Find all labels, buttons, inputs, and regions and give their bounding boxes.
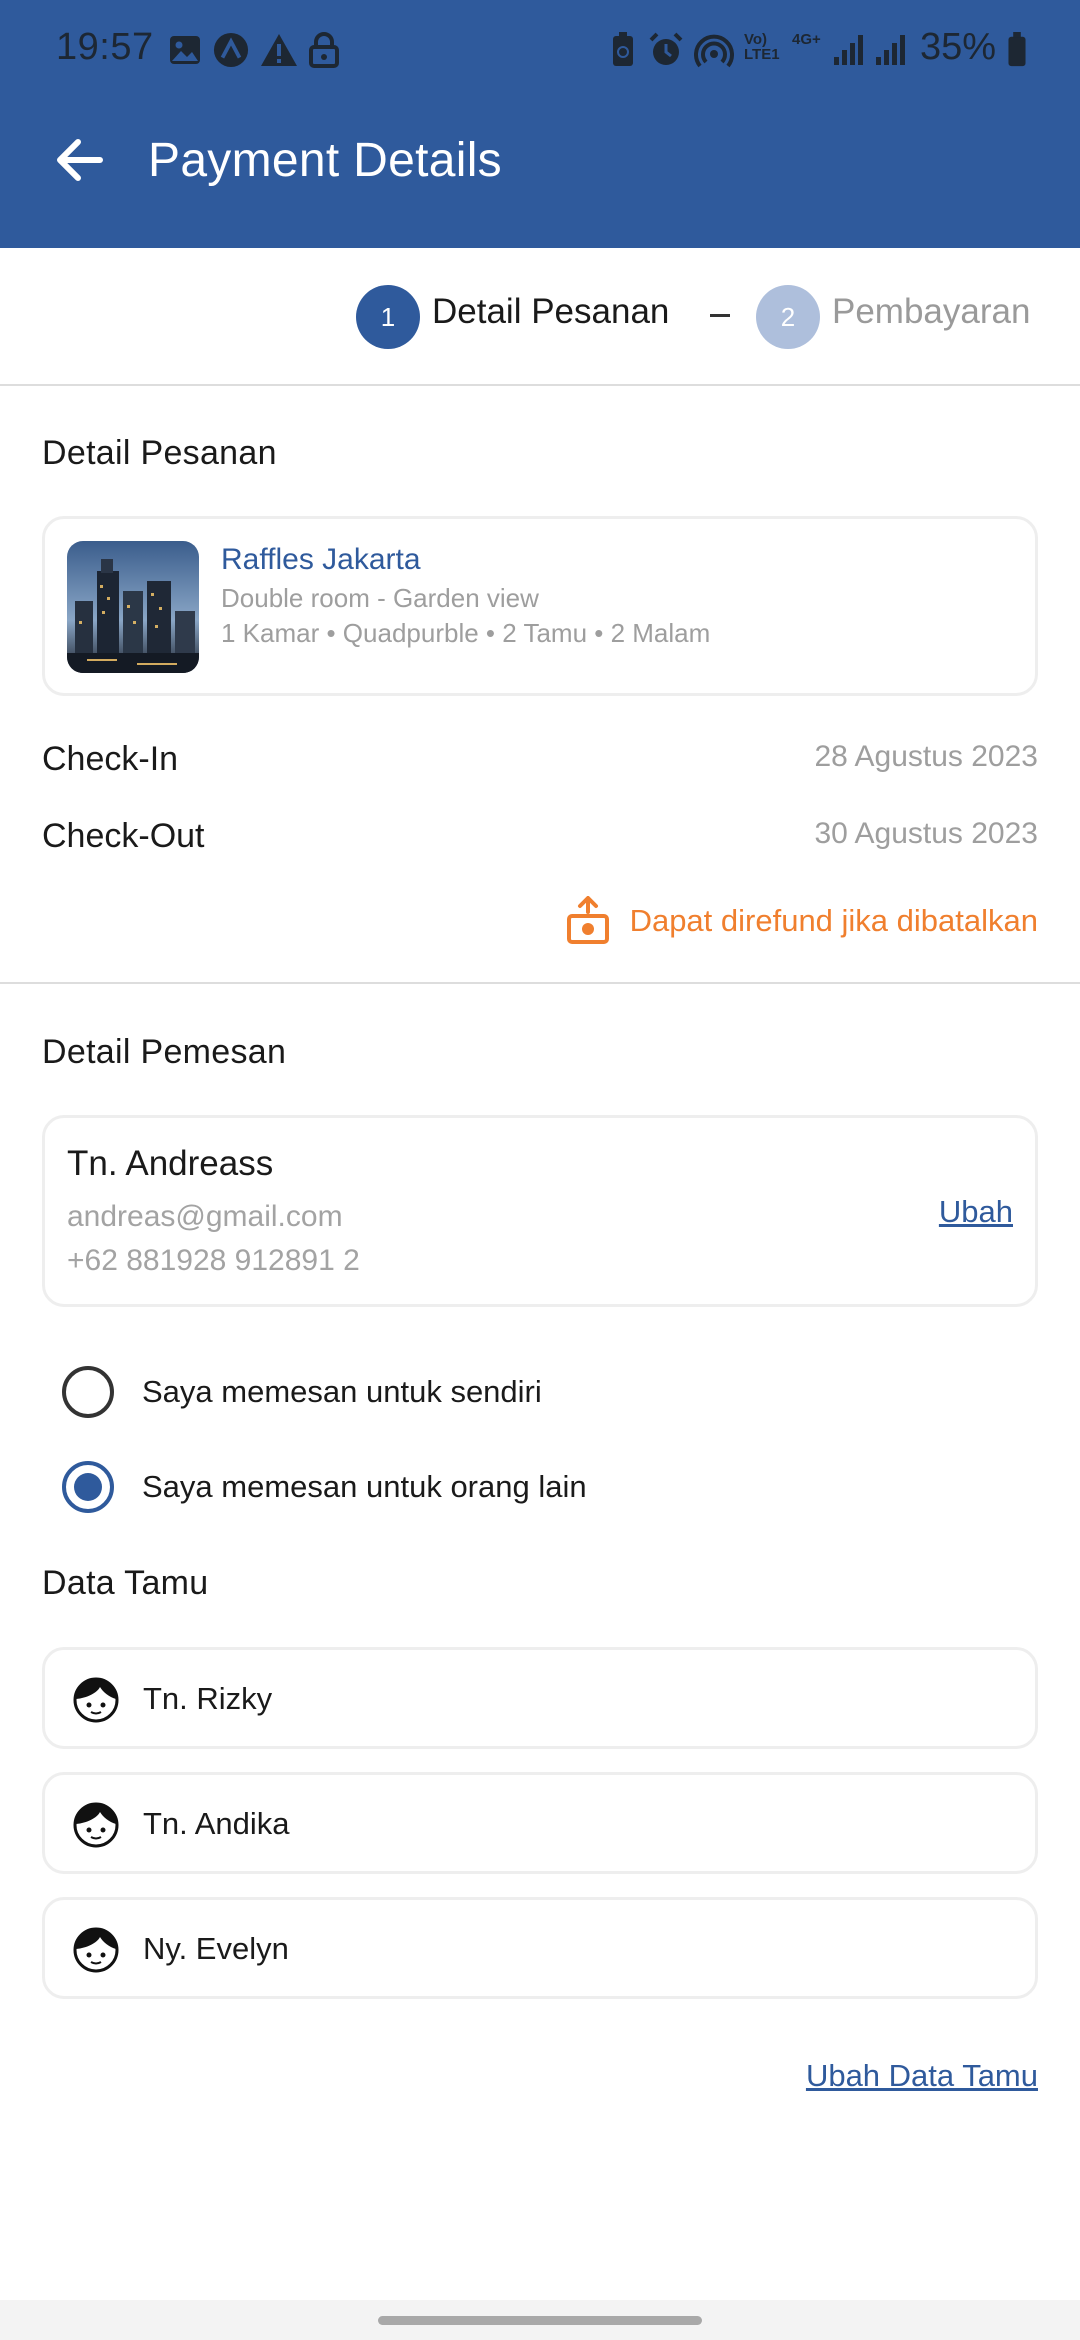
guest-name: Ny. Evelyn (143, 1931, 289, 1966)
step-2-label: Pembayaran (832, 292, 1031, 331)
battery-icon (1008, 32, 1026, 67)
edit-orderer-button[interactable]: Ubah (939, 1194, 1013, 1230)
guest-data-title: Data Tamu (42, 1564, 209, 1602)
alarm-icon (649, 32, 683, 65)
hotel-name: Raffles Jakarta (221, 543, 421, 576)
guest-avatar-icon (73, 1802, 119, 1848)
guest-item[interactable]: Tn. Andika (42, 1772, 1038, 1874)
step-1-indicator: 1 (356, 285, 420, 349)
page-title: Payment Details (148, 134, 502, 187)
signal-icon (834, 35, 863, 65)
guest-item[interactable]: Tn. Rizky (42, 1647, 1038, 1749)
hotel-card[interactable]: Raffles Jakarta Double room - Garden vie… (42, 516, 1038, 696)
refund-text: Dapat direfund jika dibatalkan (629, 903, 1038, 938)
step-2-indicator: 2 (756, 285, 820, 349)
orderer-email: andreas@gmail.com (67, 1200, 343, 1233)
radio-book-for-others[interactable]: Saya memesan untuk orang lain (62, 1457, 862, 1517)
status-time: 19:57 (56, 26, 154, 68)
guest-avatar-icon (73, 1677, 119, 1723)
back-arrow-icon[interactable] (50, 130, 110, 190)
radio-button-checked[interactable] (62, 1461, 114, 1513)
app-header: 19:57 Vo) LTE1 4G+ 35% Payment Details (0, 0, 1080, 248)
guest-avatar-icon (73, 1927, 119, 1973)
checkout-stepper: 1 Detail Pesanan 2 Pembayaran (0, 248, 1080, 386)
refund-money-icon (566, 896, 609, 944)
room-type: Double room - Garden view (221, 583, 539, 613)
radio-label: Saya memesan untuk sendiri (142, 1374, 542, 1409)
home-gesture-handle[interactable] (378, 2316, 702, 2325)
orderer-phone: +62 881928 912891 2 (67, 1244, 360, 1277)
check-out-label: Check-Out (42, 817, 205, 855)
hotel-thumbnail (67, 541, 199, 673)
battery-saver-icon (613, 32, 633, 66)
orderer-name: Tn. Andreass (67, 1144, 274, 1183)
order-details-title: Detail Pesanan (42, 434, 277, 472)
radio-label: Saya memesan untuk orang lain (142, 1469, 587, 1504)
refund-note: Dapat direfund jika dibatalkan (566, 896, 1038, 946)
guest-name: Tn. Rizky (143, 1681, 273, 1716)
system-navigation-bar (0, 2300, 1080, 2340)
step-separator (710, 314, 730, 317)
hotspot-icon (694, 34, 734, 68)
check-in-date: 28 Agustus 2023 (814, 740, 1038, 773)
check-in-label: Check-In (42, 740, 179, 778)
image-notification-icon (170, 36, 200, 64)
orderer-details-title: Detail Pemesan (42, 1033, 287, 1071)
battery-percent: 35% (920, 26, 997, 68)
radio-button-unchecked[interactable] (62, 1366, 114, 1418)
check-out-date: 30 Agustus 2023 (814, 817, 1038, 850)
volte-label: Vo) LTE1 (744, 31, 780, 63)
lock-icon (309, 32, 339, 68)
radio-book-for-self[interactable]: Saya memesan untuk sendiri (62, 1362, 862, 1422)
network-type-label: 4G+ (792, 31, 821, 48)
app-logo-icon (213, 32, 249, 68)
step-1-label: Detail Pesanan (432, 292, 670, 331)
section-divider (0, 982, 1080, 984)
booking-summary: 1 Kamar • Quadpurble • 2 Tamu • 2 Malam (221, 618, 711, 648)
orderer-card: Tn. Andreass andreas@gmail.com +62 88192… (42, 1115, 1038, 1307)
guest-item[interactable]: Ny. Evelyn (42, 1897, 1038, 1999)
warning-icon (261, 34, 297, 66)
signal-2-icon (876, 35, 905, 65)
status-bar: 19:57 Vo) LTE1 4G+ 35% (0, 0, 1080, 100)
guest-name: Tn. Andika (143, 1806, 290, 1841)
edit-guest-data-button[interactable]: Ubah Data Tamu (806, 2058, 1038, 2094)
